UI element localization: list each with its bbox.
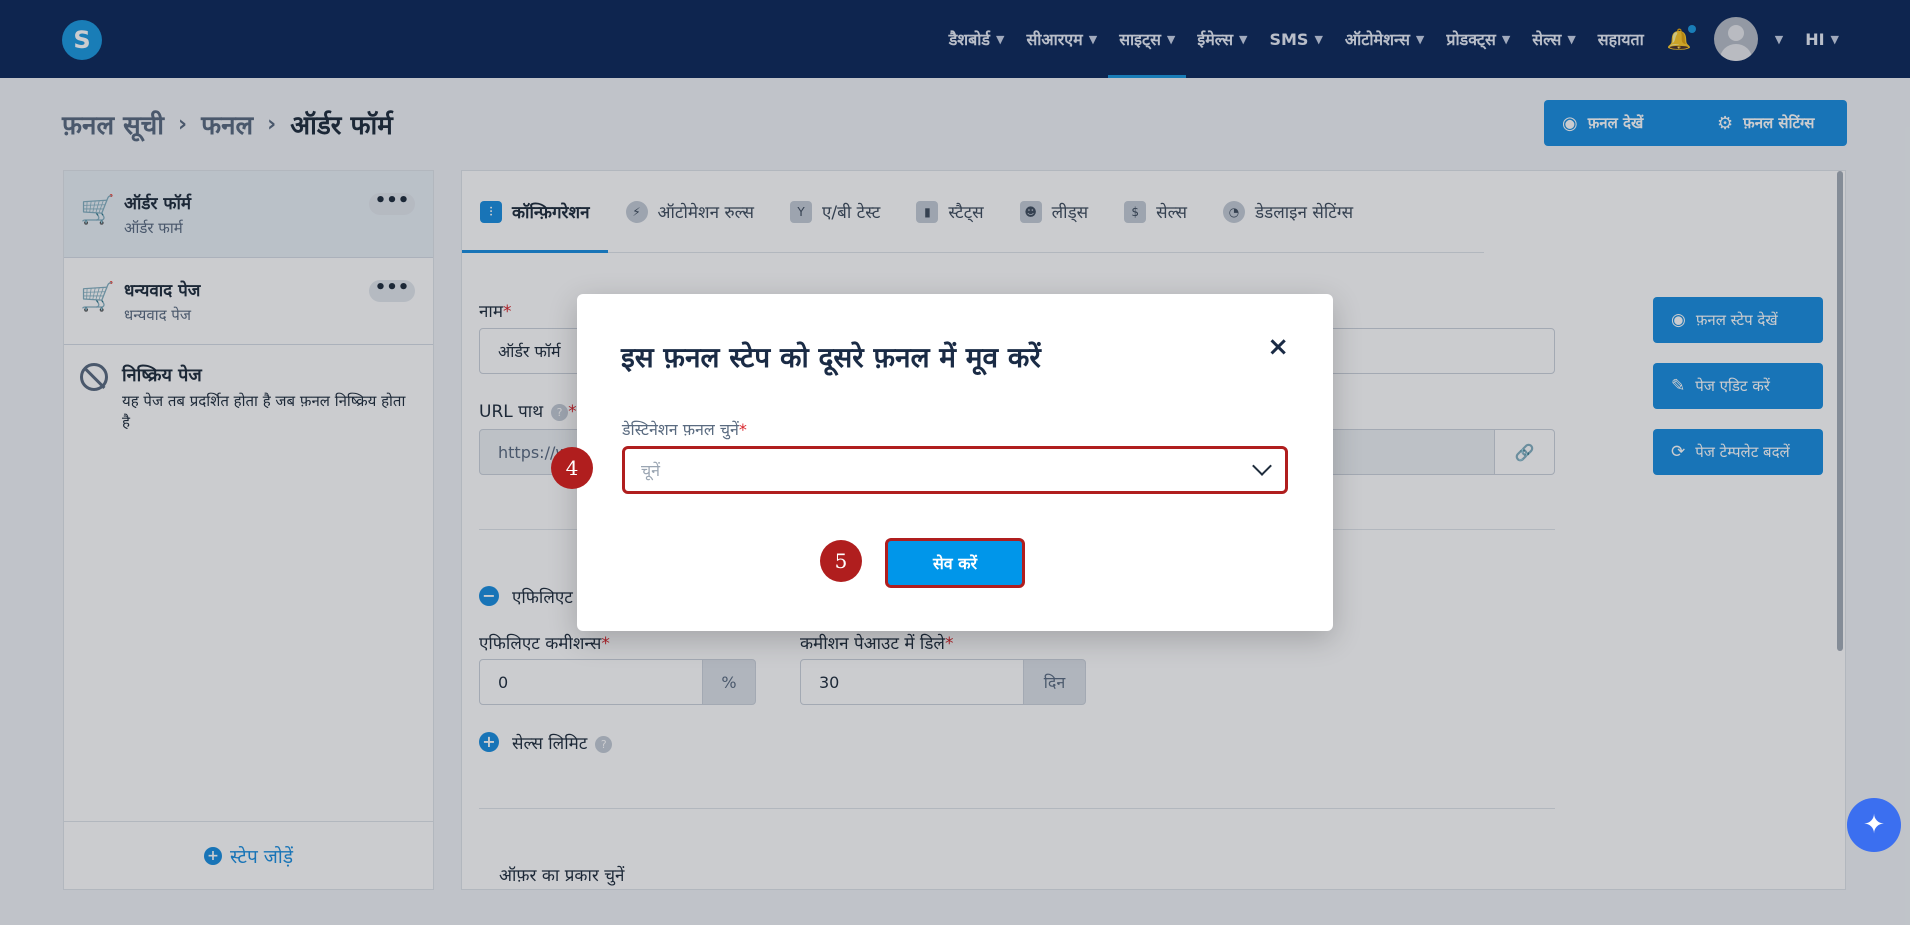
ai-assistant-button[interactable]: ✦ xyxy=(1847,798,1901,852)
close-icon[interactable]: × xyxy=(1267,332,1289,362)
step-marker-4: 4 xyxy=(551,447,593,489)
chevron-down-icon xyxy=(1252,456,1272,476)
modal-title: इस फ़नल स्टेप को दूसरे फ़नल में मूव करें xyxy=(621,341,1041,374)
step-marker-5: 5 xyxy=(820,540,862,582)
move-step-modal: इस फ़नल स्टेप को दूसरे फ़नल में मूव करें… xyxy=(577,294,1333,631)
destination-funnel-label: डेस्टिनेशन फ़नल चुनें* xyxy=(622,420,747,439)
select-placeholder: चूनें xyxy=(641,461,661,480)
save-button[interactable]: सेव करें xyxy=(885,538,1025,588)
destination-funnel-select[interactable]: चूनें xyxy=(622,446,1288,494)
sparkle-icon: ✦ xyxy=(1863,810,1885,840)
